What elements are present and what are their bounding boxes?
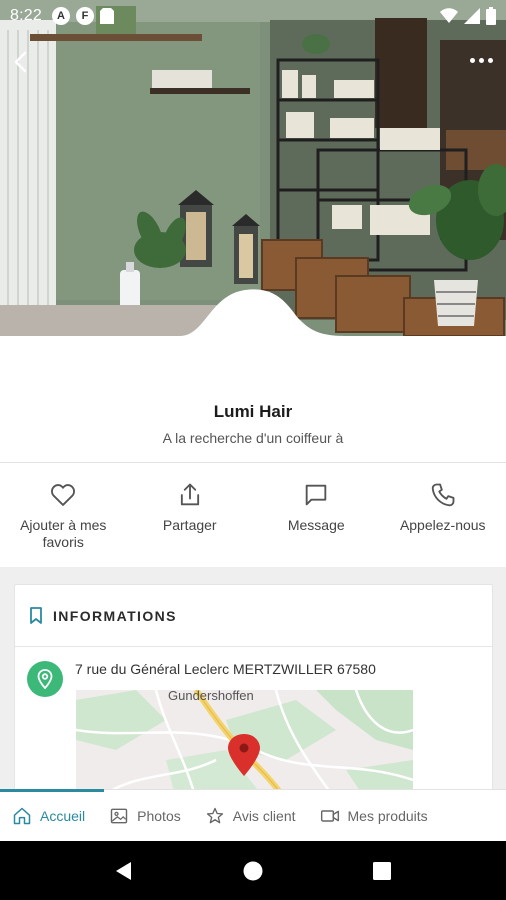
system-navigation-bar bbox=[0, 841, 506, 900]
location-pin-icon bbox=[37, 669, 53, 689]
image-icon bbox=[110, 808, 128, 823]
back-triangle-icon bbox=[116, 861, 132, 880]
notification-f-icon: F bbox=[75, 7, 94, 25]
bookmark-icon bbox=[30, 606, 42, 624]
information-heading: INFORMATIONS bbox=[53, 607, 177, 624]
recents-square-icon bbox=[372, 861, 391, 880]
hero-photo bbox=[0, 0, 506, 336]
business-tagline: A la recherche d'un coiffeur à bbox=[162, 430, 344, 446]
nav-home-button[interactable] bbox=[233, 851, 273, 891]
tab-photos[interactable]: Photos bbox=[97, 790, 193, 842]
tab-accueil-label: Accueil bbox=[40, 807, 86, 824]
business-header: Lumi Hair A la recherche d'un coiffeur à bbox=[0, 336, 506, 462]
tab-avis-client-label: Avis client bbox=[232, 807, 296, 824]
status-time: 8:22 bbox=[10, 7, 42, 24]
system-icons bbox=[440, 7, 496, 25]
share-button[interactable]: Partager bbox=[127, 463, 254, 567]
call-button[interactable]: Appelez-nous bbox=[380, 463, 506, 567]
add-favorite-label: Ajouter à mes favoris bbox=[20, 517, 107, 550]
home-icon bbox=[13, 807, 31, 824]
tab-accueil[interactable]: Accueil bbox=[0, 788, 105, 842]
business-name: Lumi Hair bbox=[213, 402, 293, 421]
video-icon bbox=[320, 809, 339, 822]
notification-icons: A F bbox=[51, 7, 114, 25]
message-label: Message bbox=[287, 517, 345, 533]
chevron-left-icon bbox=[14, 51, 27, 73]
action-row: Ajouter à mes favoris Partager Message A… bbox=[0, 463, 506, 567]
wifi-icon bbox=[440, 8, 458, 23]
tab-mes-produits[interactable]: Mes produits bbox=[308, 790, 440, 842]
back-button[interactable] bbox=[8, 48, 32, 76]
battery-icon bbox=[486, 7, 496, 25]
map-tiles bbox=[76, 690, 413, 800]
signal-icon bbox=[464, 8, 480, 24]
more-dot-icon bbox=[487, 57, 493, 63]
more-dot-icon bbox=[478, 57, 484, 63]
location-pin-badge bbox=[27, 661, 63, 697]
bottom-tab-bar: Accueil Photos Avis client Mes produits bbox=[0, 788, 506, 842]
heart-icon bbox=[51, 484, 76, 506]
tab-mes-produits-label: Mes produits bbox=[347, 807, 428, 824]
salon-interior-image bbox=[0, 0, 506, 336]
tab-photos-label: Photos bbox=[137, 807, 181, 824]
home-circle-icon bbox=[243, 861, 263, 880]
phone-icon bbox=[431, 483, 455, 507]
tab-avis-client[interactable]: Avis client bbox=[193, 790, 308, 842]
share-icon bbox=[180, 483, 199, 506]
nav-recents-button[interactable] bbox=[362, 851, 402, 891]
nav-back-button[interactable] bbox=[104, 851, 144, 891]
message-icon bbox=[305, 484, 327, 506]
call-label: Appelez-nous bbox=[399, 517, 486, 533]
message-button[interactable]: Message bbox=[253, 463, 380, 567]
notification-a-icon: A bbox=[51, 7, 70, 25]
sim-card-icon bbox=[99, 8, 114, 24]
map-place-label: Gundershoffen bbox=[168, 690, 254, 703]
more-dot-icon bbox=[469, 57, 475, 63]
add-favorite-button[interactable]: Ajouter à mes favoris bbox=[0, 463, 127, 567]
location-map[interactable]: Gundershoffen bbox=[76, 690, 413, 800]
information-card-header: INFORMATIONS bbox=[15, 585, 492, 647]
status-bar: 8:22 A F bbox=[0, 0, 506, 32]
address-text: 7 rue du Général Leclerc MERTZWILLER 675… bbox=[75, 661, 376, 677]
share-label: Partager bbox=[162, 517, 217, 533]
star-icon bbox=[206, 807, 223, 823]
more-options-button[interactable] bbox=[466, 50, 496, 70]
